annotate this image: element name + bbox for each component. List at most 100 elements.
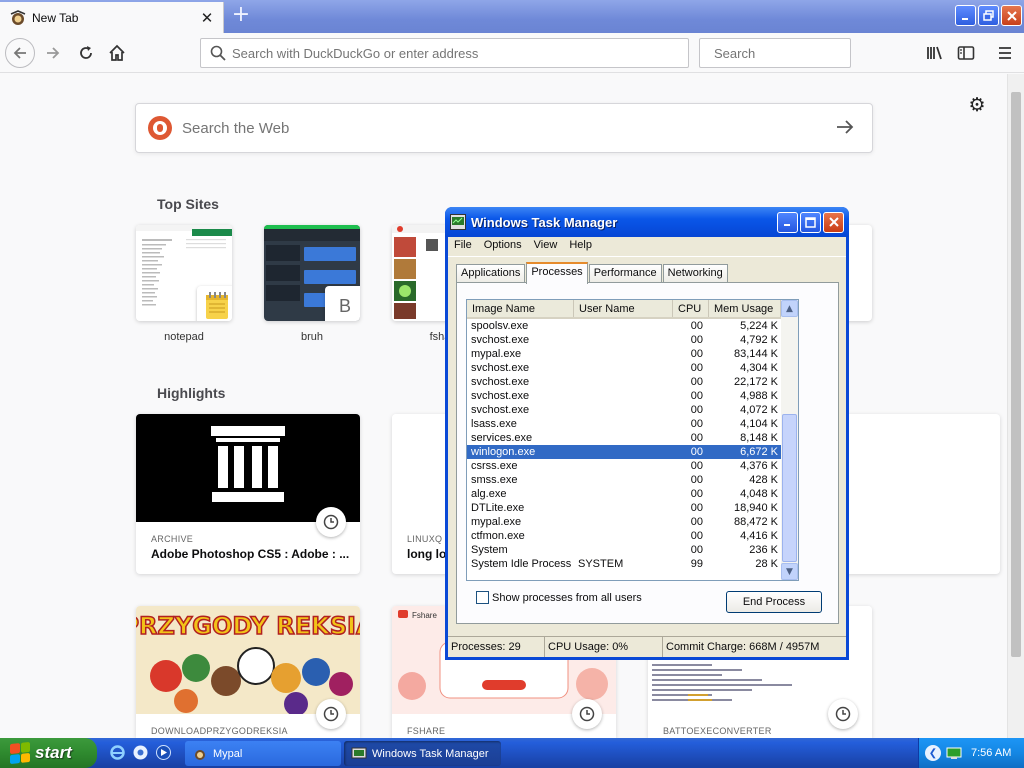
process-rows: spoolsv.exe 00 5,224 K svchost.exe 00 4,792 K…: [467, 319, 798, 571]
process-name: svchost.exe: [471, 362, 530, 374]
process-cpu: 00: [690, 320, 703, 332]
notepad-icon: [197, 286, 232, 321]
tab-networking[interactable]: Networking: [662, 264, 728, 283]
sidebar-button[interactable]: [952, 39, 980, 67]
taskbar-item-mypal[interactable]: Mypal: [185, 741, 341, 766]
tm-close-button[interactable]: [823, 211, 844, 233]
web-search-input[interactable]: [182, 119, 830, 137]
status-processes: Processes: 29: [448, 637, 545, 657]
column-user-name[interactable]: User Name: [574, 300, 673, 317]
process-row[interactable]: svchost.exe 00 4,304 K: [467, 361, 798, 375]
show-desktop-icon[interactable]: [154, 743, 173, 762]
column-mem-usage[interactable]: Mem Usage: [709, 300, 781, 317]
tray-expand-arrow-icon[interactable]: ❮: [925, 745, 941, 761]
process-mem: 4,072 K: [740, 404, 778, 416]
search-input[interactable]: [714, 45, 890, 61]
taskbar-item-task-manager[interactable]: Windows Task Manager: [344, 741, 501, 766]
gear-icon[interactable]: ⚙: [966, 94, 988, 116]
restore-button[interactable]: [978, 5, 999, 26]
tray-clock[interactable]: 7:56 AM: [971, 747, 1011, 759]
web-search-box[interactable]: [135, 103, 873, 153]
process-row[interactable]: winlogon.exe 00 6,672 K: [467, 445, 798, 459]
tab-applications[interactable]: Applications: [456, 264, 526, 283]
task-manager-titlebar[interactable]: Windows Task Manager: [445, 207, 849, 237]
tm-maximize-button[interactable]: [800, 211, 821, 233]
internet-explorer-icon[interactable]: [108, 743, 127, 762]
process-row[interactable]: svchost.exe 00 4,988 K: [467, 389, 798, 403]
checkbox-box[interactable]: [476, 591, 489, 604]
clock-icon: [572, 699, 602, 729]
tab-processes[interactable]: Processes: [526, 262, 588, 284]
process-list-scroll-thumb[interactable]: [782, 414, 797, 562]
network-tray-icon[interactable]: [946, 745, 962, 761]
highlight-card[interactable]: PRZYGODY REKSIA DOWNLOADPRZYGODREKSIA: [136, 606, 360, 738]
process-mem: 4,988 K: [740, 390, 778, 402]
process-name: csrss.exe: [471, 460, 518, 472]
process-name: spoolsv.exe: [471, 320, 529, 332]
end-process-button[interactable]: End Process: [726, 591, 822, 613]
process-row[interactable]: lsass.exe 00 4,104 K: [467, 417, 798, 431]
highlight-card[interactable]: ARCHIVE Adobe Photoshop CS5 : Adobe : ..…: [136, 414, 360, 574]
reload-button[interactable]: [72, 39, 100, 67]
process-row[interactable]: alg.exe 00 4,048 K: [467, 487, 798, 501]
process-cpu: 00: [690, 376, 703, 388]
process-row[interactable]: System 00 236 K: [467, 543, 798, 557]
close-tab-icon[interactable]: ✕: [197, 8, 217, 28]
process-row[interactable]: spoolsv.exe 00 5,224 K: [467, 319, 798, 333]
start-button[interactable]: start: [0, 738, 97, 768]
process-row[interactable]: csrss.exe 00 4,376 K: [467, 459, 798, 473]
process-row[interactable]: smss.exe 00 428 K: [467, 473, 798, 487]
process-row[interactable]: svchost.exe 00 22,172 K: [467, 375, 798, 389]
process-row[interactable]: mypal.exe 00 88,472 K: [467, 515, 798, 529]
new-tab-button[interactable]: +: [228, 4, 254, 27]
home-button[interactable]: [103, 39, 131, 67]
tm-tabbar: Applications Processes Performance Netwo…: [456, 262, 729, 284]
duckduckgo-logo-icon: [148, 116, 172, 140]
tab-performance[interactable]: Performance: [588, 264, 662, 283]
process-mem: 4,304 K: [740, 362, 778, 374]
process-name: alg.exe: [471, 488, 507, 500]
process-cpu: 00: [690, 348, 703, 360]
column-cpu[interactable]: CPU: [673, 300, 709, 317]
menu-options[interactable]: Options: [478, 237, 528, 255]
page-scrollbar-thumb[interactable]: [1011, 92, 1021, 657]
process-row[interactable]: services.exe 00 8,148 K: [467, 431, 798, 445]
menu-view[interactable]: View: [528, 237, 564, 255]
back-button[interactable]: [5, 38, 35, 68]
show-all-users-checkbox[interactable]: Show processes from all users: [476, 591, 642, 604]
tm-minimize-button[interactable]: [777, 211, 798, 233]
menu-file[interactable]: File: [448, 237, 478, 255]
top-site-tile[interactable]: [136, 225, 232, 321]
process-mem: 6,672 K: [740, 446, 778, 458]
process-row[interactable]: ctfmon.exe 00 4,416 K: [467, 529, 798, 543]
forward-button[interactable]: [39, 39, 67, 67]
url-input[interactable]: [232, 45, 688, 61]
process-name: System: [471, 544, 508, 556]
menu-help[interactable]: Help: [563, 237, 598, 255]
process-row[interactable]: svchost.exe 00 4,792 K: [467, 333, 798, 347]
process-row[interactable]: DTLite.exe 00 18,940 K: [467, 501, 798, 515]
page-scrollbar[interactable]: [1007, 74, 1024, 738]
process-list[interactable]: Image Name User Name CPU Mem Usage spool…: [466, 299, 799, 581]
url-bar[interactable]: [200, 38, 689, 68]
tab-new-tab[interactable]: New Tab ✕: [0, 2, 224, 33]
column-image-name[interactable]: Image Name: [467, 300, 574, 317]
search-bar[interactable]: [699, 38, 890, 68]
scroll-up-arrow-icon[interactable]: ▲: [781, 300, 798, 317]
process-row[interactable]: svchost.exe 00 4,072 K: [467, 403, 798, 417]
process-row[interactable]: System Idle Process SYSTEM 99 28 K: [467, 557, 798, 571]
close-window-button[interactable]: [1001, 5, 1022, 26]
library-button[interactable]: [921, 39, 949, 67]
process-mem: 22,172 K: [733, 376, 778, 388]
menu-button[interactable]: [991, 39, 1019, 67]
scroll-down-arrow-icon[interactable]: ▼: [781, 563, 798, 580]
process-row[interactable]: mypal.exe 00 83,144 K: [467, 347, 798, 361]
process-cpu: 00: [690, 432, 703, 444]
minimize-button[interactable]: [955, 5, 976, 26]
process-list-scrollbar[interactable]: ▲ ▼: [781, 300, 798, 580]
process-mem: 428 K: [749, 474, 778, 486]
top-site-tile[interactable]: B: [264, 225, 360, 321]
media-player-icon[interactable]: [131, 743, 150, 762]
search-submit-arrow-icon[interactable]: [830, 116, 860, 140]
status-commit-charge: Commit Charge: 668M / 4957M: [666, 641, 820, 653]
